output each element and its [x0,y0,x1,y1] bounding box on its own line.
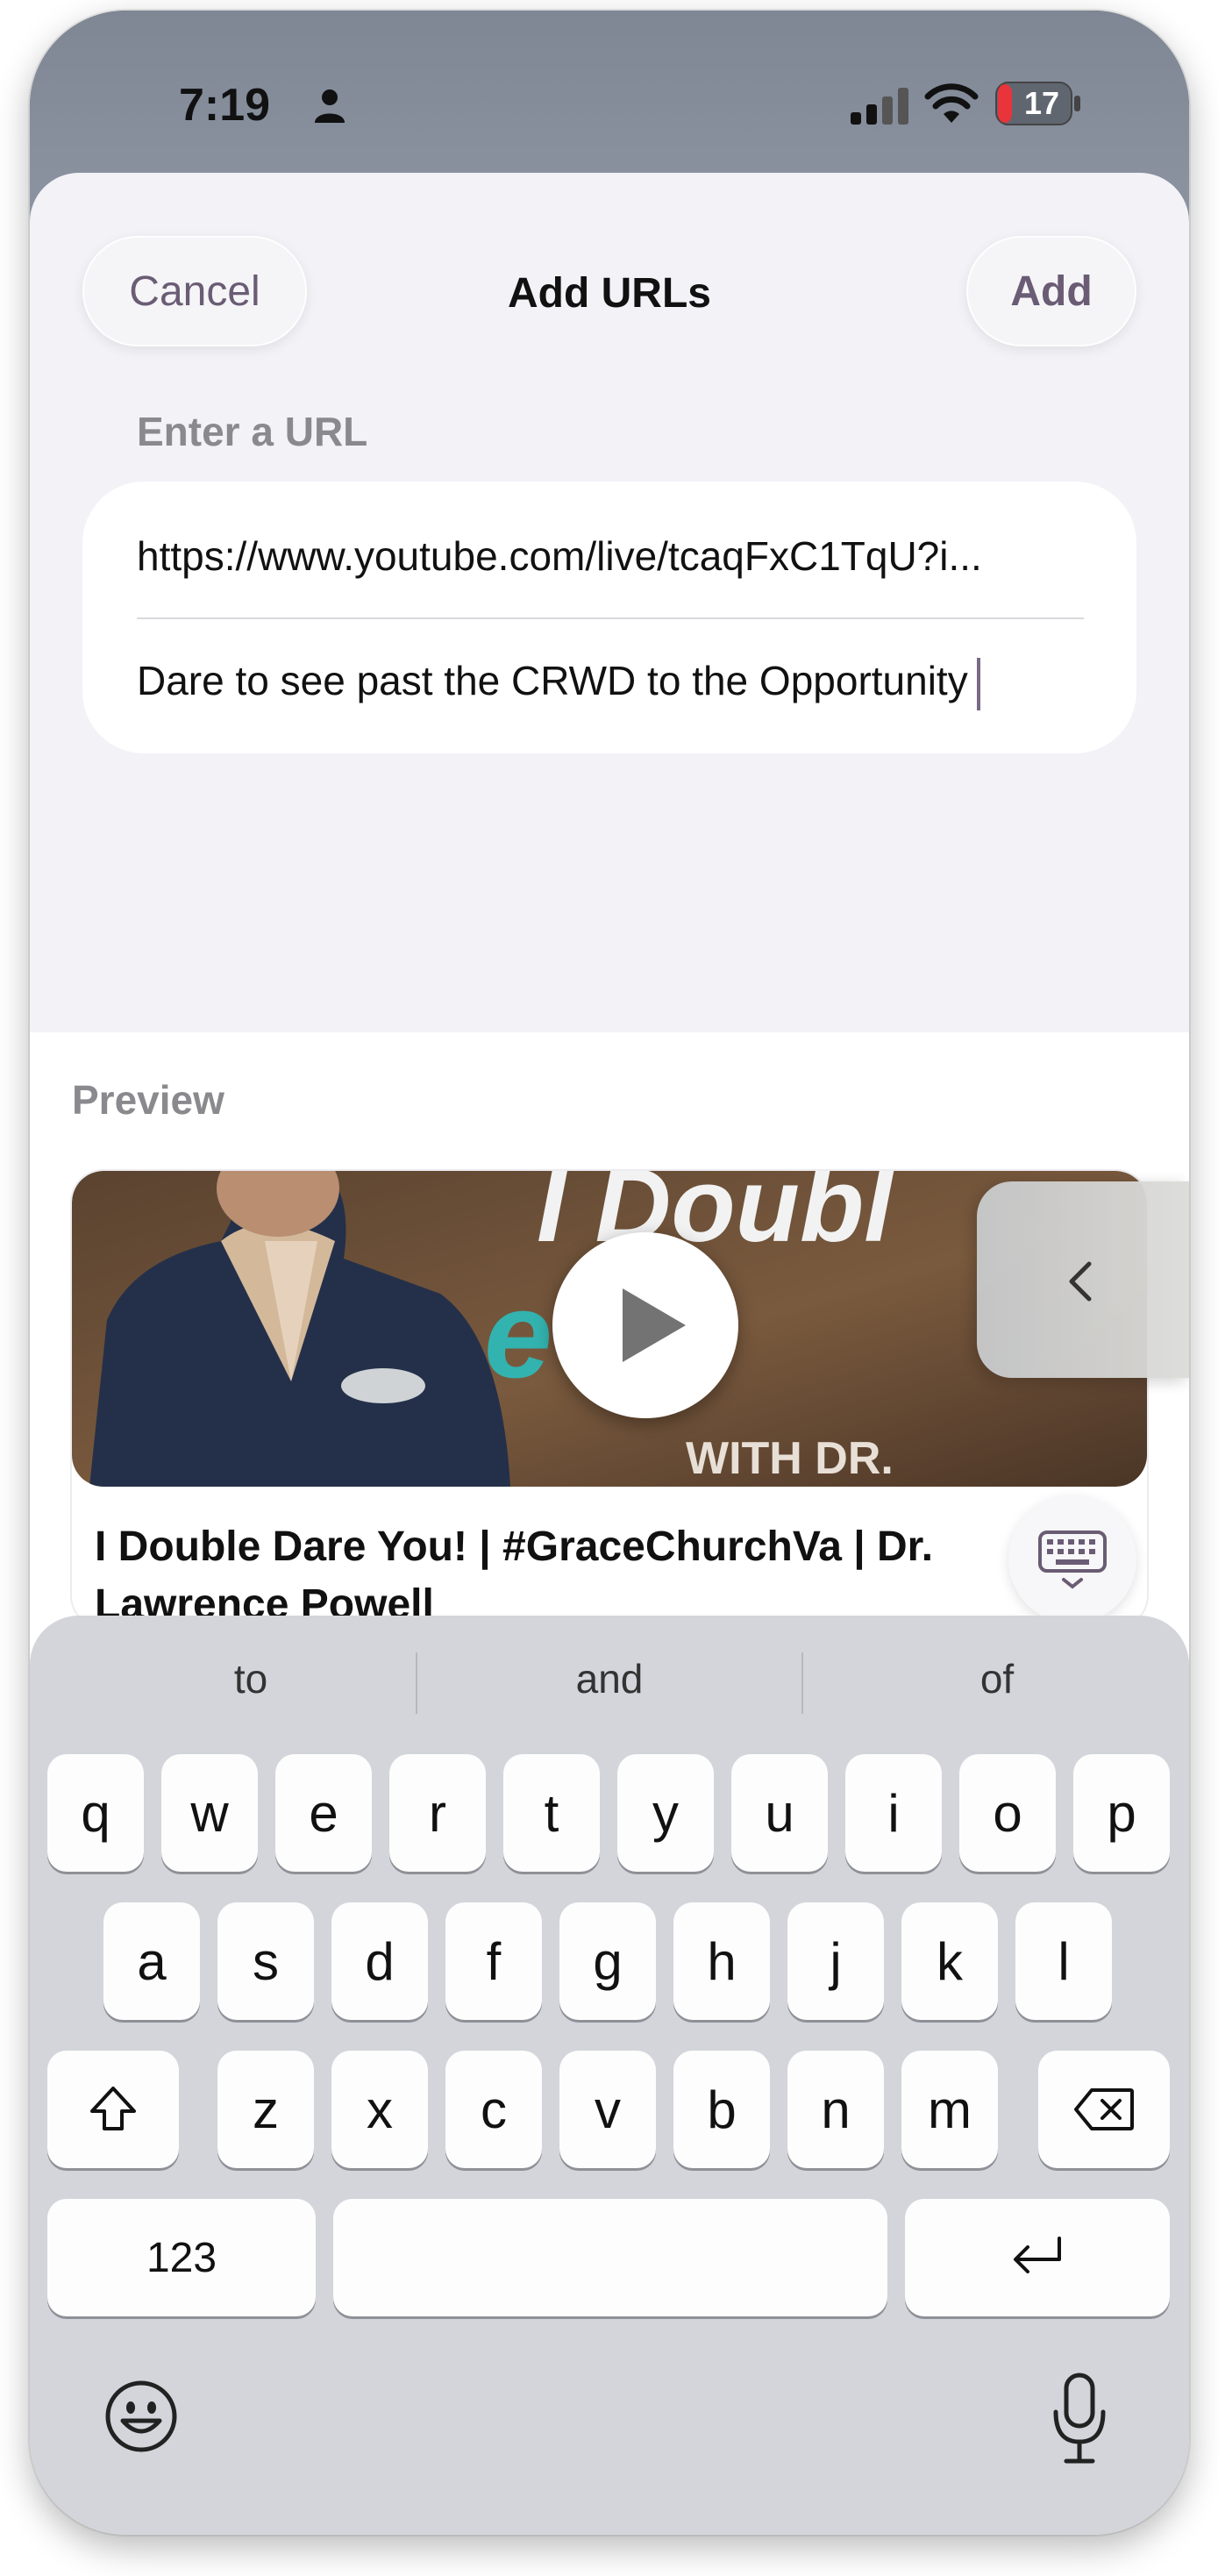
key-g[interactable]: g [559,1902,656,2020]
side-drawer-tab[interactable] [977,1181,1189,1378]
keyboard-icon [1038,1531,1107,1589]
text-caret [976,657,980,710]
suggestion-divider [416,1652,417,1714]
key-h[interactable]: h [673,1902,770,2020]
url-input[interactable]: https://www.youtube.com/live/tcaqFxC1TqU… [137,532,1084,580]
status-time: 7:19 [179,80,271,131]
preview-label: Preview [72,1077,224,1123]
microphone-icon[interactable] [1049,2370,1110,2466]
key-c[interactable]: c [445,2051,542,2168]
key-d[interactable]: d [331,1902,428,2020]
phone-screen: 7:19 17 Cancel Add URLs Add Enter a URL … [30,11,1189,2535]
key-n[interactable]: n [787,2051,884,2168]
key-z[interactable]: z [217,2051,314,2168]
person-icon [315,89,345,123]
key-f[interactable]: f [445,1902,542,2020]
key-w[interactable]: w [161,1754,258,1872]
thumbnail-text-line3: WITH DR. [686,1433,894,1484]
backspace-icon [1074,2088,1134,2130]
key-l[interactable]: l [1015,1902,1112,2020]
status-bar: 7:19 17 [30,11,1189,177]
key-y[interactable]: y [617,1754,714,1872]
input-divider [137,617,1084,619]
add-button[interactable]: Add [966,236,1136,346]
shift-icon [90,2087,136,2130]
key-r[interactable]: r [389,1754,486,1872]
key-o[interactable]: o [959,1754,1056,1872]
key-k[interactable]: k [901,1902,998,2020]
play-button[interactable] [552,1232,738,1418]
key-e[interactable]: e [275,1754,372,1872]
delete-key[interactable] [1038,2051,1170,2168]
key-x[interactable]: x [331,2051,428,2168]
keyboard: to and of q w e r t y u i o p a s d f g … [30,1616,1189,2535]
return-icon [1014,2237,1061,2273]
video-title: I Double Dare You! | #GraceChurchVa | Dr… [95,1523,934,1627]
signal-icon [851,88,908,125]
suggestion-3[interactable]: of [813,1655,1181,1702]
numbers-key[interactable]: 123 [47,2199,316,2316]
sheet-header: Cancel Add URLs Add [30,173,1189,357]
key-t[interactable]: t [503,1754,600,1872]
key-q[interactable]: q [47,1754,144,1872]
battery-level: 17 [1023,85,1060,121]
key-u[interactable]: u [731,1754,828,1872]
suggestion-1[interactable]: to [67,1655,435,1702]
key-s[interactable]: s [217,1902,314,2020]
chevron-left-icon [1069,1261,1092,1302]
key-b[interactable]: b [673,2051,770,2168]
wifi-icon [924,83,979,123]
play-icon [561,1241,730,1409]
key-v[interactable]: v [559,2051,656,2168]
emoji-icon[interactable] [103,2379,179,2454]
url-field-label: Enter a URL [137,409,368,454]
key-m[interactable]: m [901,2051,998,2168]
shift-key[interactable] [47,2051,179,2168]
key-p[interactable]: p [1073,1754,1170,1872]
suggestion-2[interactable]: and [425,1655,794,1702]
title-input-text: Dare to see past the CRWD to the Opportu… [137,658,968,703]
key-a[interactable]: a [103,1902,200,2020]
key-j[interactable]: j [787,1902,884,2020]
title-input[interactable]: Dare to see past the CRWD to the Opportu… [137,657,1101,710]
key-i[interactable]: i [845,1754,942,1872]
space-key[interactable] [333,2199,887,2316]
return-key[interactable] [905,2199,1170,2316]
url-input-card: https://www.youtube.com/live/tcaqFxC1TqU… [82,482,1136,753]
keyboard-dismiss-button[interactable] [1008,1495,1136,1623]
suggestion-divider [801,1652,803,1714]
